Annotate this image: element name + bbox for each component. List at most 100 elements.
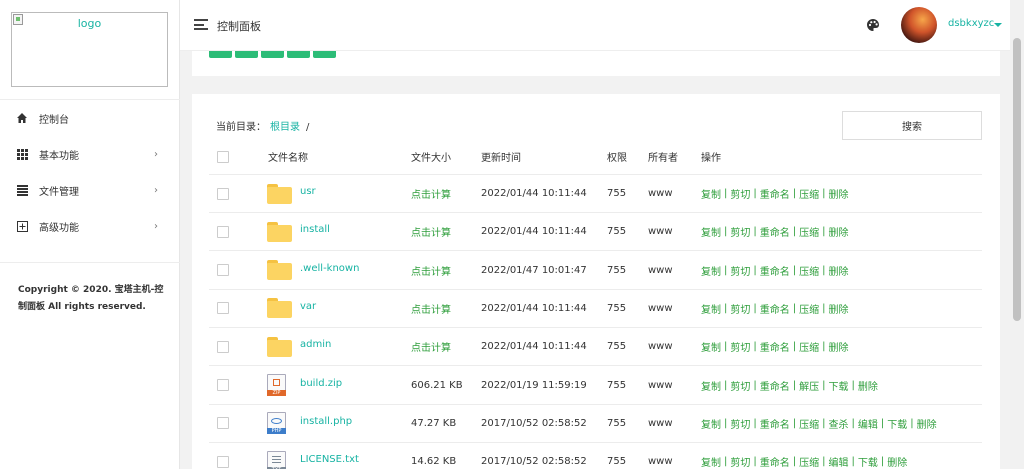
op-link[interactable]: 压缩	[799, 224, 819, 239]
op-link[interactable]: 解压	[799, 378, 819, 393]
file-permission[interactable]: 755	[607, 252, 626, 289]
file-size[interactable]: 点击计算	[411, 328, 451, 365]
file-permission[interactable]: 755	[607, 290, 626, 327]
menu-toggle-icon[interactable]	[194, 19, 208, 30]
op-link[interactable]: 剪切	[730, 416, 750, 431]
file-name-link[interactable]: LICENSE.txt	[300, 443, 359, 469]
op-link[interactable]: 剪切	[730, 339, 750, 354]
op-link[interactable]: 复制	[701, 416, 721, 431]
file-permission[interactable]: 755	[607, 367, 626, 404]
file-size[interactable]: 点击计算	[411, 175, 451, 212]
op-link[interactable]: 压缩	[799, 186, 819, 201]
file-size[interactable]: 点击计算	[411, 290, 451, 327]
row-checkbox[interactable]	[217, 417, 229, 430]
toolbar-button[interactable]	[235, 51, 258, 58]
file-name-link[interactable]: admin	[300, 328, 331, 365]
op-link[interactable]: 下载	[829, 378, 849, 393]
op-link[interactable]: 查杀	[829, 416, 849, 431]
op-link[interactable]: 剪切	[730, 301, 750, 316]
op-link[interactable]: 压缩	[799, 263, 819, 278]
op-link[interactable]: 重命名	[760, 416, 790, 431]
op-link[interactable]: 下载	[887, 416, 907, 431]
op-link[interactable]: 剪切	[730, 186, 750, 201]
sidebar-item-files[interactable]: 文件管理 ›	[0, 172, 180, 208]
breadcrumb-root-link[interactable]: 根目录	[270, 122, 300, 133]
scrollbar[interactable]	[1010, 0, 1024, 469]
search-button[interactable]: 搜索	[842, 111, 982, 140]
row-checkbox[interactable]	[217, 225, 229, 238]
file-name-link[interactable]: install.php	[300, 405, 352, 442]
folder-icon[interactable]	[267, 183, 292, 204]
op-link[interactable]: 剪切	[730, 224, 750, 239]
op-link[interactable]: 压缩	[799, 301, 819, 316]
op-link[interactable]: 编辑	[858, 416, 878, 431]
op-link[interactable]: 复制	[701, 301, 721, 316]
op-link[interactable]: 压缩	[799, 454, 819, 469]
sidebar-item-basic[interactable]: 基本功能 ›	[0, 136, 180, 172]
caret-down-icon[interactable]	[994, 23, 1002, 27]
op-link[interactable]: 重命名	[760, 454, 790, 469]
column-header-name[interactable]: 文件名称	[268, 139, 308, 174]
select-all-checkbox[interactable]	[217, 150, 229, 163]
op-link[interactable]: 删除	[829, 339, 849, 354]
file-permission[interactable]: 755	[607, 175, 626, 212]
file-size[interactable]: 点击计算	[411, 213, 451, 250]
file-size[interactable]: 点击计算	[411, 252, 451, 289]
row-checkbox[interactable]	[217, 340, 229, 353]
toolbar-button[interactable]	[261, 51, 284, 58]
op-link[interactable]: 剪切	[730, 454, 750, 469]
op-link[interactable]: 删除	[829, 224, 849, 239]
op-link[interactable]: 删除	[829, 263, 849, 278]
op-link[interactable]: 剪切	[730, 263, 750, 278]
sidebar-item-dashboard[interactable]: 控制台	[0, 100, 180, 136]
op-link[interactable]: 重命名	[760, 224, 790, 239]
op-link[interactable]: 删除	[829, 186, 849, 201]
toolbar-button[interactable]	[313, 51, 336, 58]
op-link[interactable]: 删除	[917, 416, 937, 431]
file-permission[interactable]: 755	[607, 213, 626, 250]
op-link[interactable]: 重命名	[760, 186, 790, 201]
palette-icon[interactable]	[866, 18, 880, 32]
file-name-link[interactable]: build.zip	[300, 367, 342, 404]
zip-file-icon[interactable]: ZIP	[267, 374, 286, 396]
op-link[interactable]: 压缩	[799, 416, 819, 431]
op-link[interactable]: 重命名	[760, 339, 790, 354]
op-link[interactable]: 重命名	[760, 301, 790, 316]
op-link[interactable]: 复制	[701, 378, 721, 393]
scrollbar-thumb[interactable]	[1013, 38, 1021, 321]
row-checkbox[interactable]	[217, 455, 229, 468]
file-name-link[interactable]: usr	[300, 175, 316, 212]
op-link[interactable]: 压缩	[799, 339, 819, 354]
op-link[interactable]: 复制	[701, 263, 721, 278]
row-checkbox[interactable]	[217, 264, 229, 277]
op-link[interactable]: 删除	[829, 301, 849, 316]
op-link[interactable]: 下载	[858, 454, 878, 469]
folder-icon[interactable]	[267, 221, 292, 242]
file-name-link[interactable]: install	[300, 213, 330, 250]
avatar[interactable]	[901, 7, 937, 43]
column-header-size[interactable]: 文件大小	[411, 139, 451, 174]
row-checkbox[interactable]	[217, 187, 229, 200]
row-checkbox[interactable]	[217, 379, 229, 391]
file-name-link[interactable]: .well-known	[300, 252, 359, 289]
file-permission[interactable]: 755	[607, 405, 626, 442]
op-link[interactable]: 复制	[701, 224, 721, 239]
file-permission[interactable]: 755	[607, 328, 626, 365]
folder-icon[interactable]	[267, 336, 292, 357]
logo[interactable]: logo	[11, 12, 168, 87]
username[interactable]: dsbkxyzc	[948, 18, 994, 29]
folder-icon[interactable]	[267, 298, 292, 319]
op-link[interactable]: 删除	[858, 378, 878, 393]
file-permission[interactable]: 755	[607, 443, 626, 469]
toolbar-button[interactable]	[287, 51, 310, 58]
toolbar-button[interactable]	[209, 51, 232, 58]
op-link[interactable]: 复制	[701, 454, 721, 469]
op-link[interactable]: 复制	[701, 186, 721, 201]
op-link[interactable]: 重命名	[760, 263, 790, 278]
txt-file-icon[interactable]: TXT	[267, 450, 286, 469]
php-file-icon[interactable]: PHP	[267, 412, 286, 435]
op-link[interactable]: 剪切	[730, 378, 750, 393]
op-link[interactable]: 重命名	[760, 378, 790, 393]
folder-icon[interactable]	[267, 260, 292, 281]
row-checkbox[interactable]	[217, 302, 229, 315]
